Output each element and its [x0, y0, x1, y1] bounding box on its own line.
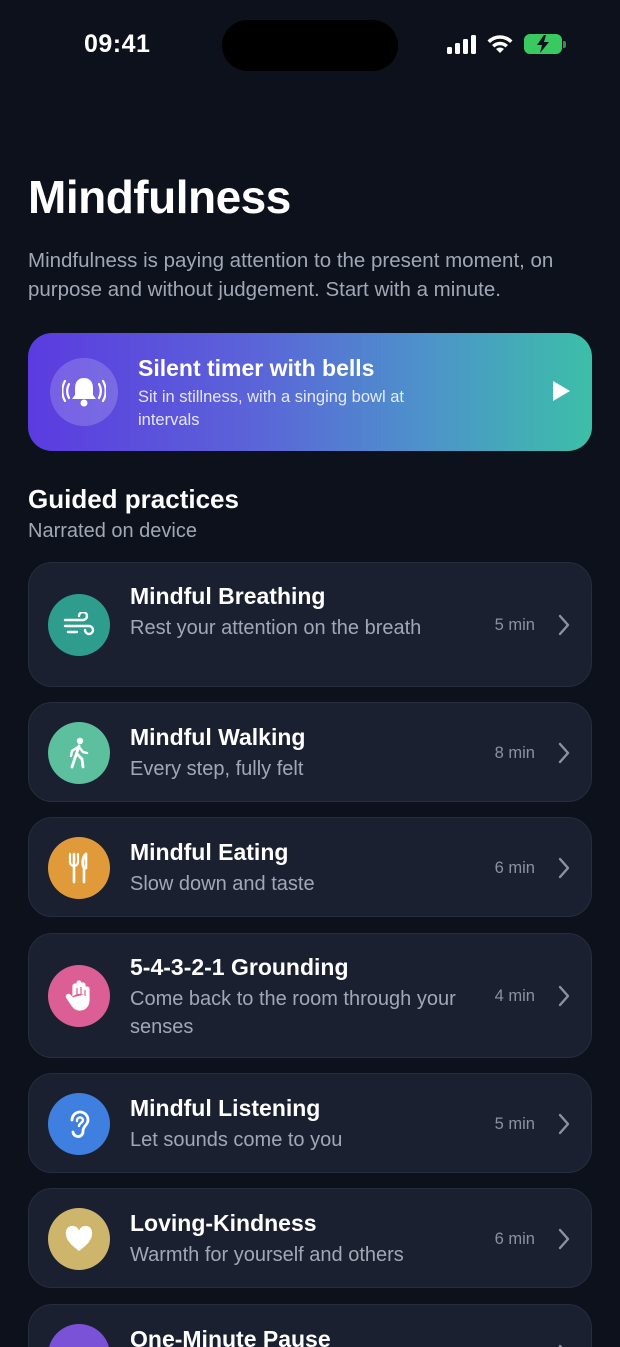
- chevron-right-icon: [558, 985, 570, 1007]
- status-bar: 09:41: [0, 0, 620, 90]
- practice-icon-circle: [48, 837, 110, 899]
- hand-icon: [65, 980, 90, 1011]
- practice-title: Mindful Breathing: [130, 583, 326, 609]
- silent-timer-card[interactable]: Silent timer with bells Sit in stillness…: [28, 333, 592, 451]
- practice-title: Mindful Eating: [130, 839, 289, 865]
- chevron-right-icon: [558, 742, 570, 764]
- chevron-right-icon: [558, 857, 570, 879]
- chevron-right-icon: [558, 1113, 570, 1135]
- practice-duration: 4 min: [494, 987, 535, 1005]
- status-icons: [447, 34, 566, 54]
- play-icon[interactable]: [550, 380, 572, 402]
- intro-text: Mindfulness is paying attention to the p…: [28, 249, 554, 301]
- practice-subtitle: Warmth for yourself and others: [130, 1244, 404, 1266]
- practice-subtitle: Rest your attention on the breath: [130, 617, 422, 639]
- practice-subtitle: Every step, fully felt: [130, 758, 304, 780]
- page-title: Mindfulness: [28, 171, 291, 223]
- fork-knife-icon: [68, 852, 88, 884]
- practice-title: Loving-Kindness: [130, 1210, 317, 1236]
- practice-icon-circle: [48, 594, 110, 656]
- practice-card-mindful-listening[interactable]: Mindful Listening Let sounds come to you…: [28, 1073, 592, 1173]
- timer-subtitle: Sit in stillness, with a singing bowl at…: [138, 388, 404, 429]
- guided-section-subtitle: Narrated on device: [28, 520, 197, 542]
- cellular-signal-icon: [447, 34, 476, 54]
- practice-card-mindful-breathing[interactable]: Mindful Breathing Rest your attention on…: [28, 562, 592, 687]
- chevron-right-icon: [558, 1228, 570, 1250]
- practice-icon-circle: [48, 1324, 110, 1347]
- practice-title: Mindful Listening: [130, 1095, 321, 1121]
- bell-icon-circle: [50, 358, 118, 426]
- status-time: 09:41: [84, 30, 151, 58]
- timer-title: Silent timer with bells: [138, 355, 375, 381]
- chevron-right-icon: [558, 614, 570, 636]
- practice-subtitle: Slow down and taste: [130, 873, 315, 895]
- practice-card-loving-kindness[interactable]: Loving-Kindness Warmth for yourself and …: [28, 1188, 592, 1288]
- practice-card-grounding[interactable]: 5-4-3-2-1 Grounding Come back to the roo…: [28, 933, 592, 1058]
- practice-icon-circle: [48, 1093, 110, 1155]
- practice-icon-circle: [48, 1208, 110, 1270]
- guided-section-title: Guided practices: [28, 484, 239, 514]
- practice-duration: 8 min: [494, 744, 535, 762]
- ear-icon: [70, 1110, 90, 1138]
- practice-card-one-minute-pause[interactable]: One-Minute Pause: [28, 1304, 592, 1347]
- wifi-icon: [487, 35, 513, 53]
- practice-card-mindful-walking[interactable]: Mindful Walking Every step, fully felt 8…: [28, 702, 592, 802]
- practice-duration: 6 min: [494, 1230, 535, 1248]
- heart-icon: [65, 1225, 93, 1251]
- practice-icon-circle: [48, 965, 110, 1027]
- practice-subtitle: Come back to the room through your sense…: [130, 988, 456, 1038]
- walking-icon: [69, 737, 89, 769]
- wind-icon: [63, 612, 95, 636]
- dynamic-island: [222, 20, 398, 71]
- practice-title: Mindful Walking: [130, 724, 306, 750]
- practice-title: 5-4-3-2-1 Grounding: [130, 954, 349, 980]
- practice-subtitle: Let sounds come to you: [130, 1129, 343, 1151]
- practice-title: One-Minute Pause: [130, 1326, 331, 1347]
- battery-charging-icon: [524, 34, 566, 54]
- practice-duration: 5 min: [494, 616, 535, 634]
- practice-duration: 6 min: [494, 859, 535, 877]
- practice-duration: 5 min: [494, 1115, 535, 1133]
- bell-icon: [62, 378, 106, 407]
- practice-card-mindful-eating[interactable]: Mindful Eating Slow down and taste 6 min: [28, 817, 592, 917]
- practice-icon-circle: [48, 722, 110, 784]
